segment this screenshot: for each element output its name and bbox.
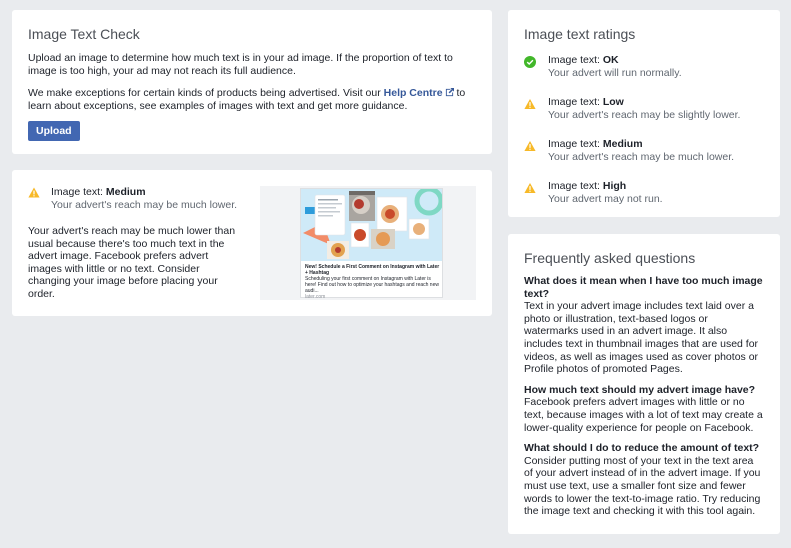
- faq-item: How much text should my advert image hav…: [524, 384, 764, 434]
- rating-high: Image text: High Your advert may not run…: [524, 180, 764, 206]
- rating-high-desc: Your advert may not run.: [548, 193, 663, 205]
- faq-item: What does it mean when I have too much i…: [524, 275, 764, 376]
- image-text-ratings-card: Image text ratings Image text: OK Your a…: [508, 10, 780, 217]
- faq-title: Frequently asked questions: [524, 250, 696, 266]
- rating-medium-text: Image text: Medium Your advert's reach m…: [548, 138, 734, 164]
- ad-preview-title: New! Schedule a First Comment on Instagr…: [305, 264, 440, 276]
- rating-low-prefix: Image text:: [548, 96, 603, 108]
- rating-high-prefix: Image text:: [548, 180, 603, 192]
- faq-question: What does it mean when I have too much i…: [524, 275, 763, 300]
- rating-ok-level: OK: [602, 54, 619, 66]
- faq-answer: Consider putting most of your text in th…: [524, 454, 761, 518]
- image-text-check-card: Image Text Check Upload an image to dete…: [12, 10, 492, 154]
- result-label-prefix: Image text:: [51, 186, 106, 198]
- ad-preview-image: [301, 189, 442, 261]
- rating-medium-level: Medium: [602, 138, 643, 150]
- rating-low-desc: Your advert's reach may be slightly lowe…: [548, 109, 741, 121]
- rating-medium-prefix: Image text:: [548, 138, 603, 150]
- ad-preview-description: Scheduling your first comment on Instagr…: [305, 276, 439, 294]
- ad-preview-card: New! Schedule a First Comment on Instagr…: [300, 188, 443, 300]
- faq-item: What should I do to reduce the amount of…: [524, 442, 764, 518]
- faq-answer: Text in your advert image includes text …: [524, 300, 759, 376]
- rating-medium-desc: Your advert's reach may be much lower.: [548, 151, 735, 163]
- exceptions-paragraph: We make exceptions for certain kinds of …: [28, 87, 476, 113]
- result-description: Your advert's reach may be much lower th…: [28, 225, 236, 300]
- rating-ok-prefix: Image text:: [548, 54, 603, 66]
- rating-ok: Image text: OK Your advert will run norm…: [524, 54, 764, 80]
- rating-low-text: Image text: Low Your advert's reach may …: [548, 96, 740, 122]
- help-centre-link[interactable]: Help Centre: [384, 87, 454, 99]
- ratings-title: Image text ratings: [524, 26, 636, 42]
- faq-answer: Facebook prefers advert images with litt…: [524, 396, 763, 434]
- exceptions-text-before: We make exceptions for certain kinds of …: [28, 87, 384, 99]
- faq-card: Frequently asked questions What does it …: [508, 234, 780, 534]
- warning-icon: [524, 99, 536, 109]
- rating-high-level: High: [602, 180, 627, 192]
- rating-medium: Image text: Medium Your advert's reach m…: [524, 138, 764, 164]
- rating-low: Image text: Low Your advert's reach may …: [524, 96, 764, 122]
- check-circle-icon: [524, 56, 536, 68]
- result-header-text: Image text: Medium Your advert's reach m…: [51, 186, 237, 212]
- upload-button[interactable]: Upload: [28, 121, 80, 141]
- rating-low-label: Image text: Low: [548, 96, 740, 109]
- rating-ok-desc: Your advert will run normally.: [548, 67, 682, 79]
- image-text-check-title: Image Text Check: [28, 26, 140, 42]
- result-level: Medium: [105, 186, 146, 198]
- warning-icon: [28, 187, 40, 198]
- warning-icon: [524, 183, 536, 193]
- result-subline: Your advert's reach may be much lower.: [51, 199, 238, 211]
- rating-high-label: Image text: High: [548, 180, 663, 193]
- rating-high-text: Image text: High Your advert may not run…: [548, 180, 663, 206]
- ad-preview-caption: New! Schedule a First Comment on Instagr…: [305, 264, 440, 300]
- rating-ok-text: Image text: OK Your advert will run norm…: [548, 54, 682, 80]
- help-centre-label: Help Centre: [383, 87, 443, 99]
- ad-preview-url: later.com: [305, 294, 326, 300]
- ad-preview-area: New! Schedule a First Comment on Instagr…: [260, 186, 476, 300]
- warning-icon: [524, 141, 536, 151]
- faq-question: What should I do to reduce the amount of…: [524, 442, 760, 455]
- result-card: Image text: Medium Your advert's reach m…: [12, 170, 492, 316]
- faq-question: How much text should my advert image hav…: [524, 383, 756, 396]
- rating-ok-label: Image text: OK: [548, 54, 682, 67]
- rating-medium-label: Image text: Medium: [548, 138, 734, 151]
- result-label: Image text: Medium: [51, 186, 237, 199]
- intro-paragraph: Upload an image to determine how much te…: [28, 52, 453, 77]
- rating-low-level: Low: [602, 96, 624, 108]
- external-link-icon: [445, 88, 454, 97]
